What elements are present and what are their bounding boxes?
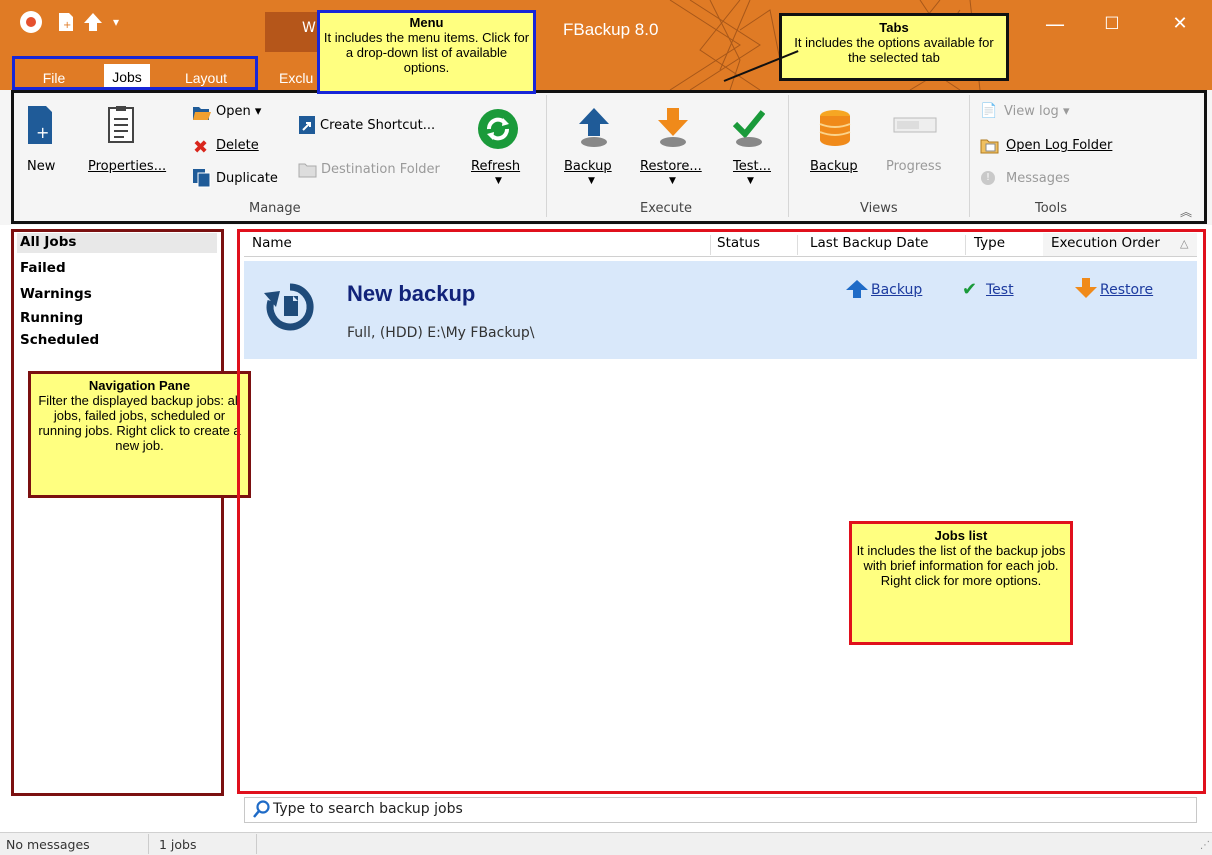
job-backup-icon [262, 279, 318, 339]
open-button[interactable]: Open ▾ [216, 104, 261, 119]
status-divider [148, 834, 149, 854]
column-divider [797, 235, 798, 255]
nav-item-failed[interactable]: Failed [20, 260, 66, 276]
column-type[interactable]: Type [974, 235, 1005, 251]
nav-item-running[interactable]: Running [20, 310, 83, 326]
ribbon-separator [788, 95, 789, 217]
execute-backup-button[interactable]: Backup [564, 159, 612, 174]
messages-button[interactable]: Messages [1006, 171, 1070, 186]
view-log-button[interactable]: View log ▾ [1004, 104, 1069, 119]
svg-text:+: + [63, 20, 71, 31]
refresh-button[interactable]: Refresh [471, 159, 520, 174]
column-divider [710, 235, 711, 255]
backup-view-icon[interactable] [819, 108, 851, 152]
column-last-backup-date[interactable]: Last Backup Date [810, 235, 928, 251]
nav-item-warnings[interactable]: Warnings [20, 286, 92, 302]
collapse-ribbon-icon[interactable]: ︽ [1180, 203, 1192, 220]
status-messages: No messages [6, 837, 90, 852]
duplicate-button[interactable]: Duplicate [216, 171, 278, 186]
properties-button[interactable]: Properties... [88, 159, 166, 174]
job-restore-arrow-icon [1075, 278, 1097, 302]
view-log-icon: 📄 [980, 103, 998, 119]
tab-exclusions[interactable]: Exclu [279, 66, 317, 90]
close-button[interactable]: ✕ [1160, 10, 1200, 38]
job-row[interactable] [244, 261, 1197, 359]
destination-folder-icon [298, 162, 318, 182]
maximize-button[interactable]: ☐ [1092, 10, 1132, 38]
column-execution-order[interactable]: Execution Order [1051, 235, 1160, 251]
ribbon-separator [546, 95, 547, 217]
navigation-annotation: Navigation Pane Filter the displayed bac… [28, 371, 251, 498]
tools-group-label: Tools [1035, 201, 1068, 216]
create-shortcut-button[interactable]: Create Shortcut... [320, 118, 435, 133]
job-test-link[interactable]: Test [986, 282, 1014, 298]
job-restore-link[interactable]: Restore [1100, 282, 1153, 298]
delete-button[interactable]: Delete [216, 138, 259, 153]
ribbon-separator [969, 95, 970, 217]
search-icon [253, 800, 271, 822]
create-shortcut-icon [298, 115, 316, 139]
new-job-icon[interactable]: + [28, 106, 52, 148]
open-log-folder-button[interactable]: Open Log Folder [1006, 138, 1112, 153]
test-dropdown-icon[interactable]: ▼ [747, 176, 754, 186]
job-backup-link[interactable]: Backup [871, 282, 922, 298]
messages-icon: ! [981, 171, 995, 185]
tabs-annotation: Tabs It includes the options available f… [779, 13, 1009, 81]
open-log-folder-icon [980, 138, 1000, 158]
minimize-button[interactable]: — [1035, 10, 1075, 38]
job-details: Full, (HDD) E:\My FBackup\ [347, 325, 535, 341]
manage-group-label: Manage [249, 201, 301, 216]
delete-icon: ✖ [193, 137, 209, 158]
properties-icon[interactable] [108, 106, 134, 148]
status-divider [256, 834, 257, 854]
views-group-label: Views [860, 201, 898, 216]
execute-backup-dropdown-icon[interactable]: ▼ [588, 176, 595, 186]
resize-grip-icon[interactable]: ⋰ [1200, 840, 1210, 851]
test-check-icon[interactable] [732, 108, 766, 152]
destination-folder-button[interactable]: Destination Folder [321, 162, 440, 177]
app-logo-icon[interactable] [20, 11, 42, 33]
refresh-dropdown-icon[interactable]: ▼ [495, 176, 502, 186]
restore-button[interactable]: Restore... [640, 159, 702, 174]
sort-indicator-icon: △ [1180, 237, 1189, 250]
test-button[interactable]: Test... [733, 159, 771, 174]
status-job-count: 1 jobs [159, 837, 197, 852]
nav-item-scheduled[interactable]: Scheduled [20, 332, 99, 348]
new-button[interactable]: New [27, 159, 55, 174]
window-title: FBackup 8.0 [563, 20, 659, 39]
progress-view-icon[interactable] [893, 117, 937, 137]
restore-down-arrow-icon[interactable] [658, 108, 688, 152]
menu-annotation: Menu It includes the menu items. Click f… [317, 10, 536, 94]
job-name[interactable]: New backup [347, 281, 475, 307]
contextual-tab-label[interactable]: W [302, 20, 316, 36]
search-input[interactable]: Type to search backup jobs [273, 801, 463, 817]
view-backup-button[interactable]: Backup [810, 159, 858, 174]
column-divider [965, 235, 966, 255]
quick-new-icon[interactable]: + [56, 12, 76, 32]
job-test-check-icon: ✔ [962, 279, 978, 300]
svg-text:+: + [36, 123, 49, 142]
view-progress-button[interactable]: Progress [886, 159, 941, 174]
column-status[interactable]: Status [717, 235, 760, 251]
backup-up-arrow-icon[interactable] [579, 108, 609, 152]
duplicate-icon [192, 168, 212, 192]
nav-item-all-jobs[interactable]: All Jobs [20, 234, 76, 250]
refresh-icon[interactable] [477, 108, 519, 154]
quick-access-more-icon[interactable]: ▾ [106, 12, 126, 32]
menu-highlight-box [12, 56, 258, 90]
jobs-list-annotation: Jobs list It includes the list of the ba… [849, 521, 1073, 645]
restore-dropdown-icon[interactable]: ▼ [669, 176, 676, 186]
job-backup-arrow-icon [846, 280, 868, 302]
open-folder-icon [192, 104, 212, 126]
column-name[interactable]: Name [252, 235, 292, 251]
quick-backup-icon[interactable] [83, 12, 103, 32]
execute-group-label: Execute [640, 201, 692, 216]
